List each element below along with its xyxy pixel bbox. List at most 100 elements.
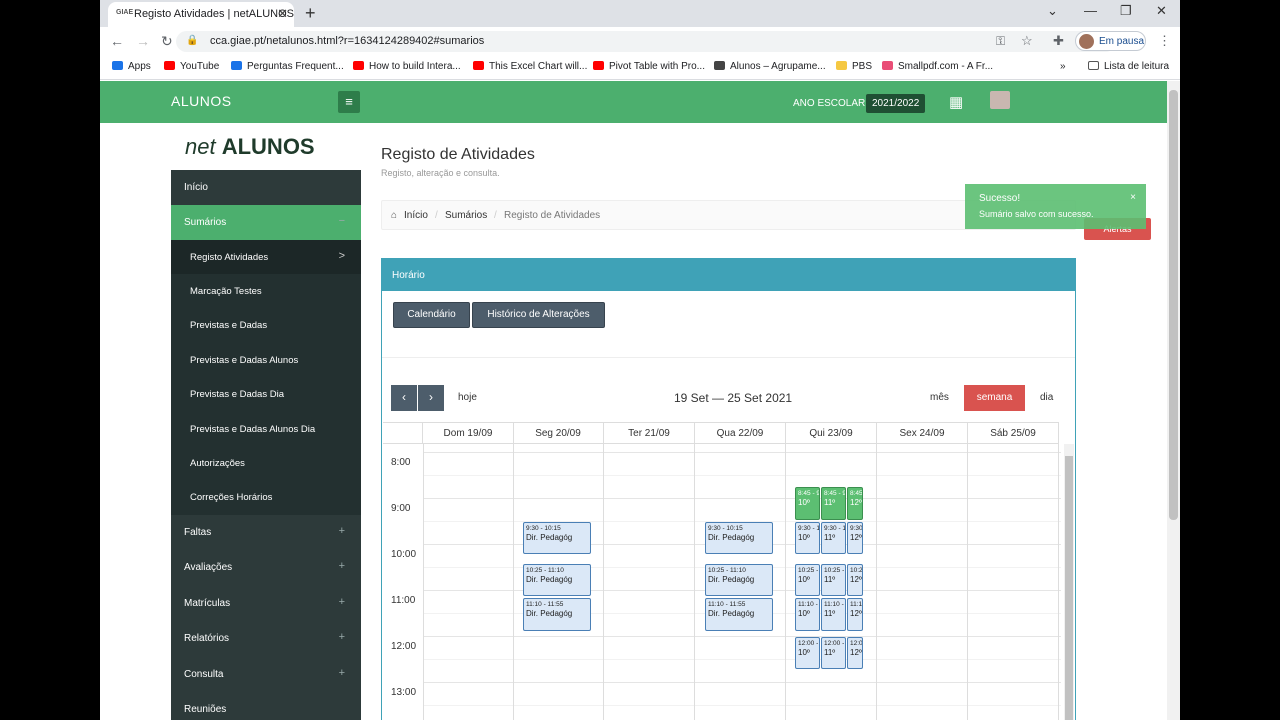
day-column-line xyxy=(1058,444,1059,720)
chevron-down-icon[interactable]: ⌄ xyxy=(1047,3,1058,19)
bookmark-item[interactable]: PBS xyxy=(836,61,872,72)
today-button[interactable]: hoje xyxy=(458,392,477,403)
month-view-button[interactable]: mês xyxy=(930,392,949,403)
close-window-icon[interactable]: ✕ xyxy=(1156,3,1167,19)
half-hour-gridline xyxy=(423,474,1061,476)
netalunos-logo: net ALUNOS xyxy=(185,134,315,160)
calendar-event[interactable]: 9:30 - 1 11º xyxy=(821,521,846,555)
hamburger-menu-icon[interactable]: ≡ xyxy=(338,91,360,113)
sidebar-item[interactable]: Previstas e Dadas Dia xyxy=(171,377,361,412)
calendar-event[interactable]: 8:45 - 9 10º xyxy=(795,487,820,520)
bookmark-item[interactable]: This Excel Chart will... xyxy=(473,61,587,72)
back-icon[interactable]: ← xyxy=(110,33,124,49)
sidebar-item[interactable]: Autorizações xyxy=(171,446,361,481)
browser-tab[interactable]: GIAE Registo Atividades | netALUNOS ✕ xyxy=(108,2,294,27)
expand-icon: + xyxy=(338,631,345,643)
sidebar-item[interactable]: Correções Horários xyxy=(171,480,361,515)
calendar-event[interactable]: 10:25 - 11:10 Dir. Pedagóg xyxy=(523,563,591,597)
calendar-event[interactable]: 12:00 -10º xyxy=(795,636,820,670)
bookmark-item[interactable]: Smallpdf.com - A Fr... xyxy=(882,61,993,72)
event-time: 10:25 - xyxy=(824,566,845,574)
calendar-event[interactable]: 8:45 - 9 11º xyxy=(821,487,846,520)
calendar-event[interactable]: 11:10 - 11:55 Dir. Pedagóg xyxy=(523,598,591,631)
apps-grid-icon[interactable]: ▦ xyxy=(949,93,963,111)
restore-icon[interactable]: ❐ xyxy=(1120,3,1132,19)
sidebar-item[interactable]: Avaliações + xyxy=(171,550,361,585)
sidebar-item[interactable]: Sumários − xyxy=(171,205,361,240)
breadcrumb-sumarios[interactable]: Sumários xyxy=(445,210,487,221)
calendar-event[interactable]: 12:0 12º xyxy=(847,636,863,670)
calendar-event[interactable]: 12:00 -11º xyxy=(821,636,846,670)
day-column-line xyxy=(967,444,968,720)
calendar-event[interactable]: 9:30 - 1 10º xyxy=(795,521,820,555)
bookmark-item[interactable]: Apps xyxy=(112,61,151,72)
url-field[interactable]: 🔒 cca.giae.pt/netalunos.html?r=163412428… xyxy=(176,31,1116,52)
breadcrumb-home[interactable]: Início xyxy=(404,210,428,221)
event-label: 12º xyxy=(850,574,862,584)
event-time: 10:2 xyxy=(850,566,863,574)
sidebar-item[interactable]: Início xyxy=(171,170,361,205)
star-icon[interactable]: ☆ xyxy=(1021,33,1033,49)
calendar-event[interactable]: 10:25 -11º xyxy=(821,563,846,597)
profile-button[interactable]: Em pausa xyxy=(1075,31,1146,51)
calendar-event[interactable]: 9:30 12º xyxy=(847,521,863,555)
calendar-scrollbar[interactable] xyxy=(1064,444,1074,720)
calendar-event[interactable]: 11:1 12º xyxy=(847,598,863,631)
calendar-event[interactable]: 10:2 12º xyxy=(847,563,863,597)
calendar-event[interactable]: 11:10 - 11:55 Dir. Pedagóg xyxy=(705,598,773,631)
sidebar-item[interactable]: Consulta + xyxy=(171,657,361,692)
key-icon[interactable]: ⚿ xyxy=(996,34,1005,49)
day-column-line xyxy=(423,444,424,720)
calendar-event[interactable]: 10:25 - 11:10 Dir. Pedagóg xyxy=(705,563,773,597)
calendar-event[interactable]: 11:10 -10º xyxy=(795,598,820,631)
lock-icon[interactable]: 🔒 xyxy=(186,35,198,46)
calendar-event[interactable]: 8:45 12º xyxy=(847,487,863,520)
day-column-line xyxy=(513,444,514,720)
week-view-button[interactable]: semana xyxy=(964,385,1025,411)
reading-list[interactable]: Lista de leitura xyxy=(1088,61,1169,72)
sidebar-item[interactable]: Matrículas + xyxy=(171,586,361,621)
kebab-menu-icon[interactable]: ⋮ xyxy=(1158,33,1171,49)
page-scrollbar[interactable] xyxy=(1167,81,1180,720)
school-year-value[interactable]: 2021/2022 xyxy=(866,94,926,113)
sidebar-item[interactable]: Relatórios + xyxy=(171,621,361,656)
day-view-button[interactable]: dia xyxy=(1040,392,1053,403)
prev-week-button[interactable]: ‹ xyxy=(391,385,417,411)
toast-title: Sucesso! xyxy=(979,193,1021,204)
sidebar-item[interactable]: Previstas e Dadas xyxy=(171,308,361,343)
event-label: 12º xyxy=(850,609,862,619)
extensions-icon[interactable]: ✚ xyxy=(1053,33,1064,49)
bookmark-item[interactable]: Alunos – Agrupame... xyxy=(714,61,826,72)
minimize-icon[interactable]: — xyxy=(1084,3,1097,18)
sidebar-item[interactable]: Faltas + xyxy=(171,515,361,550)
new-tab-icon[interactable]: + xyxy=(305,3,316,24)
bookmark-item[interactable]: YouTube xyxy=(164,61,219,72)
event-label: 12º xyxy=(850,532,862,542)
user-avatar[interactable] xyxy=(990,91,1010,109)
close-tab-icon[interactable]: ✕ xyxy=(277,6,288,22)
more-bookmarks-icon[interactable]: » xyxy=(1060,61,1066,72)
breadcrumb-sep: / xyxy=(435,210,438,221)
forward-icon[interactable]: → xyxy=(136,33,150,49)
bookmark-item[interactable]: Pivot Table with Pro... xyxy=(593,61,705,72)
sidebar-item[interactable]: Reuniões xyxy=(171,692,361,720)
historico-alteracoes-button[interactable]: Histórico de Alterações xyxy=(472,302,605,328)
calendar-event[interactable]: 9:30 - 10:15 Dir. Pedagóg xyxy=(705,521,773,555)
close-toast-icon[interactable]: × xyxy=(1130,192,1136,203)
calendar-event[interactable]: 10:25 -10º xyxy=(795,563,820,597)
bookmark-favicon-icon xyxy=(473,61,484,70)
bookmark-item[interactable]: Perguntas Frequent... xyxy=(231,61,344,72)
next-week-button[interactable]: › xyxy=(418,385,444,411)
bookmark-label: Apps xyxy=(128,61,151,72)
calendar-event[interactable]: 11:10 -11º xyxy=(821,598,846,631)
reload-icon[interactable]: ↻ xyxy=(161,33,173,50)
sidebar-item[interactable]: Marcação Testes xyxy=(171,274,361,309)
sidebar-item[interactable]: Registo Atividades > xyxy=(171,240,361,275)
sidebar-item[interactable]: Previstas e Dadas Alunos xyxy=(171,343,361,378)
calendar-event[interactable]: 9:30 - 10:15 Dir. Pedagóg xyxy=(523,521,591,555)
bookmark-item[interactable]: How to build Intera... xyxy=(353,61,461,72)
calendario-button[interactable]: Calendário xyxy=(393,302,470,328)
brand-title[interactable]: ALUNOS xyxy=(171,93,232,109)
sidebar-item[interactable]: Previstas e Dadas Alunos Dia xyxy=(171,412,361,447)
bookmark-favicon-icon xyxy=(112,61,123,70)
